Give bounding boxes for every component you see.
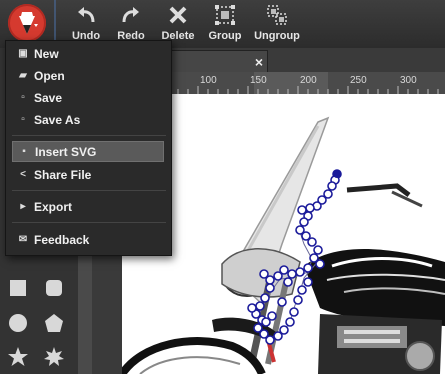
menu-item-feedback[interactable]: ✉ Feedback (12, 229, 164, 250)
save-as-icon: ▫ (21, 114, 25, 125)
menu-item-save-label: Save (34, 90, 63, 105)
export-icon: ▸ (20, 201, 26, 212)
ungroup-label: Ungroup (254, 30, 300, 42)
burst-star-icon (44, 347, 64, 366)
ruler-label-150: 150 (250, 75, 267, 86)
undo-button[interactable]: Undo (66, 3, 106, 45)
burst-star-tool[interactable] (40, 343, 68, 371)
save-icon: ▫ (21, 92, 25, 103)
polygon-tool[interactable] (40, 309, 68, 337)
ungroup-button[interactable]: Ungroup (254, 3, 300, 45)
close-icon[interactable]: × (255, 53, 263, 71)
app-window: Undo Redo Delete Group Ungroup × 100 150… (0, 0, 445, 374)
group-icon (205, 3, 245, 27)
menu-item-save-as-label: Save As (34, 112, 81, 127)
ungroup-icon (254, 3, 300, 27)
folder-open-icon: ▰ (19, 70, 27, 81)
menu-item-insert-svg-label: Insert SVG (35, 144, 97, 159)
group-label: Group (208, 30, 242, 42)
ruler-label-300: 300 (400, 75, 417, 86)
ruler-label-200: 200 (300, 75, 317, 86)
rectangle-tool[interactable] (4, 274, 32, 302)
ruler-label-100: 100 (200, 75, 217, 86)
menu-item-export[interactable]: ▸ Export (12, 196, 164, 217)
ellipse-tool[interactable] (4, 309, 32, 337)
star-icon (8, 347, 28, 366)
delete-button[interactable]: Delete (159, 3, 197, 45)
undo-icon (66, 3, 106, 27)
delete-icon (159, 3, 197, 27)
menu-item-open-label: Open (34, 68, 65, 83)
circle-icon (9, 314, 27, 332)
rounded-rectangle-tool[interactable] (40, 274, 68, 302)
menu-item-insert-svg[interactable]: ▪ Insert SVG (12, 141, 164, 162)
pentagon-icon (45, 314, 63, 332)
menu-item-feedback-label: Feedback (34, 232, 90, 247)
group-button[interactable]: Group (205, 3, 245, 45)
menu-item-share-file-label: Share File (34, 167, 92, 182)
menu-item-save[interactable]: ▫ Save (12, 87, 164, 108)
redo-button[interactable]: Redo (112, 3, 150, 45)
menu-item-new[interactable]: ▣ New (12, 43, 164, 64)
document-tab[interactable]: × (168, 50, 268, 73)
menu-item-save-as[interactable]: ▫ Save As (12, 109, 164, 130)
app-logo-button[interactable] (8, 4, 46, 42)
ruler-label-250: 250 (350, 75, 367, 86)
menu-item-open[interactable]: ▰ Open (12, 65, 164, 86)
mail-icon: ✉ (18, 234, 28, 245)
file-new-icon: ▣ (18, 48, 28, 59)
menu-separator (12, 135, 166, 136)
pencil-logo-icon (19, 12, 38, 34)
star-tool[interactable] (4, 343, 32, 371)
insert-svg-icon: ▪ (22, 146, 26, 157)
redo-icon (112, 3, 150, 27)
square-icon (10, 280, 26, 296)
rounded-square-icon (46, 280, 62, 296)
file-menu: ▣ New ▰ Open ▫ Save ▫ Save As ▪ Insert S… (5, 40, 172, 256)
menu-item-new-label: New (34, 46, 59, 61)
share-icon: < (20, 169, 26, 180)
menu-item-export-label: Export (34, 199, 73, 214)
menu-separator (12, 222, 166, 223)
menu-item-share-file[interactable]: < Share File (12, 164, 164, 185)
menu-separator (12, 190, 166, 191)
